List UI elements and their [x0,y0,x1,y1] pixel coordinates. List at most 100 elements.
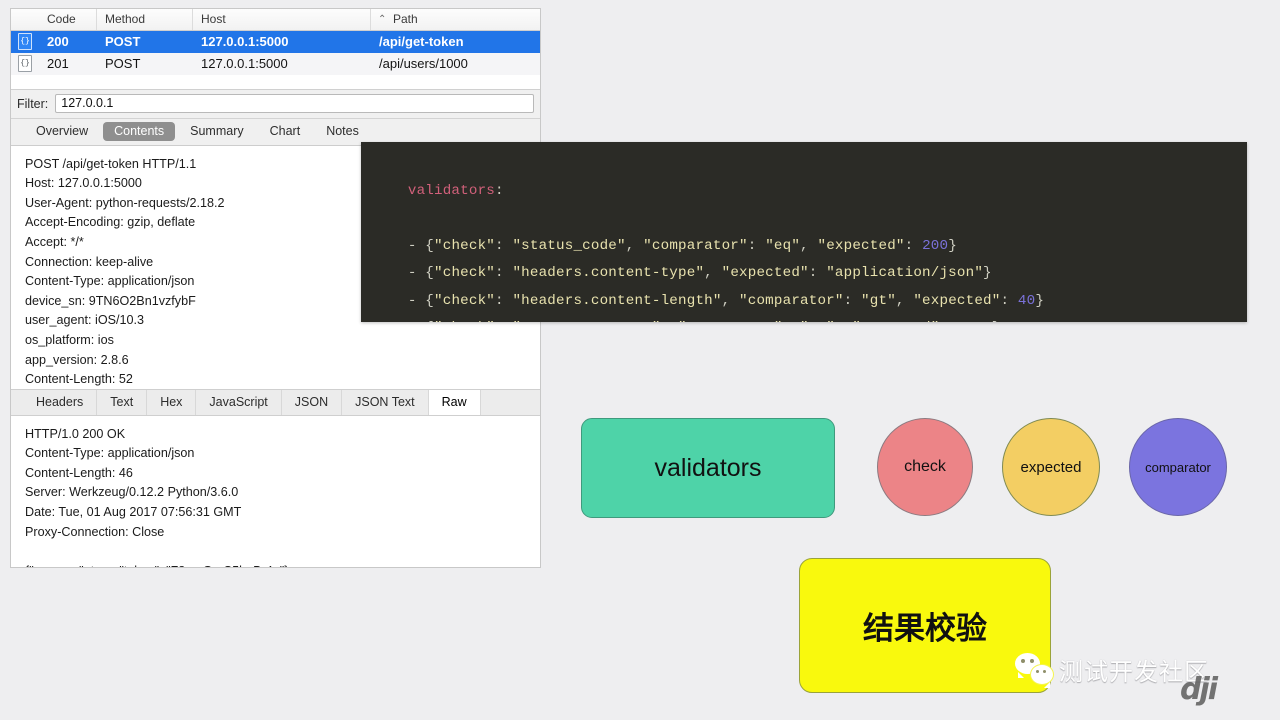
tab-summary[interactable]: Summary [179,122,254,141]
brace-open: { [425,292,435,309]
tab-chart[interactable]: Chart [259,122,312,141]
json-document-icon: {} [18,55,32,73]
code-line-entry: - {"check": "headers.content-length", "c… [373,288,1247,316]
filter-input[interactable] [55,94,534,114]
brace-open: { [425,237,435,254]
colon: : [783,320,800,322]
tab-javascript[interactable]: JavaScript [196,389,282,415]
response-body: {"success": true, "token": "F8prvGryC5be… [25,562,540,567]
tab-hex[interactable]: Hex [147,389,197,415]
value-check: "content.success" [512,320,660,322]
brace-close: } [948,237,957,254]
value-expected: 40 [1017,292,1036,309]
value-expected: "application/json" [826,265,984,281]
row-method: POST [105,34,141,50]
wechat-bubble-small [1030,664,1054,688]
row-host: 127.0.0.1:5000 [201,56,288,72]
json-document-icon: {} [18,33,32,51]
wechat-icon [1015,653,1055,688]
row-host: 127.0.0.1:5000 [201,34,289,50]
yaml-colon: : [495,182,504,199]
row-code: 200 [47,34,69,50]
column-header-path[interactable]: ⌃ Path [371,9,540,30]
column-header-icon[interactable] [11,9,39,30]
tab-text[interactable]: Text [97,389,148,415]
tab-raw[interactable]: Raw [428,389,481,415]
session-list-empty-area [11,74,540,90]
diagram-node-expected: expected [1002,418,1100,516]
sort-ascending-icon: ⌃ [378,14,387,25]
row-method: POST [105,56,141,72]
filter-label: Filter: [17,96,49,111]
colon: : [747,237,766,254]
tab-json-text[interactable]: JSON Text [342,389,429,415]
code-line-entry: - {"check": "status_code", "comparator":… [373,233,1247,261]
wechat-eye [1030,659,1034,663]
tab-notes[interactable]: Notes [315,122,370,141]
yaml-dash: - [407,237,417,254]
colon: : [904,237,923,254]
response-line: Content-Length: 46 [25,465,133,480]
value-comparator: "gt" [861,292,896,309]
colon: : [495,237,513,254]
key-expected: "expected" [817,237,905,254]
key-check: "check" [434,320,495,322]
comma: , [625,237,644,254]
value-check: "status_code" [512,237,626,254]
wechat-eye [1036,670,1039,673]
row-path: /api/get-token [379,34,464,50]
response-line: Date: Tue, 01 Aug 2017 07:56:31 GMT [25,504,242,519]
table-row[interactable]: {} 200 POST 127.0.0.1:5000 /api/get-toke… [11,31,540,53]
colon: : [843,292,862,309]
code-line-entry: - {"check": "content.success", "comparat… [373,315,1247,322]
row-icon: {} [11,33,39,51]
value-expected: True [957,320,992,322]
validators-code-block: validators: - {"check": "status_code", "… [361,142,1247,322]
key-check: "check" [434,265,496,281]
tab-contents[interactable]: Contents [103,122,176,142]
tab-overview[interactable]: Overview [25,122,99,141]
diagram-node-result: 结果校验 [799,558,1051,693]
tab-json[interactable]: JSON [282,389,343,415]
brace-close: } [992,320,1001,322]
column-header-code[interactable]: Code [39,9,97,30]
column-header-host[interactable]: Host [193,9,371,30]
diagram-node-comparator: comparator [1129,418,1227,516]
colon: : [495,320,512,322]
comma: , [800,237,818,254]
comma: , [704,265,722,281]
comma: , [895,292,914,309]
request-line: os_platform: ios [25,332,114,347]
key-expected: "expected" [721,265,809,281]
key-check: "check" [434,292,496,309]
key-expected: "expected" [852,320,939,322]
diagram-node-validators: validators [581,418,835,518]
yaml-dash: - [407,265,417,281]
value-check: "headers.content-type" [512,265,705,281]
comma: , [835,320,852,322]
row-path: /api/users/1000 [379,56,468,72]
brace-close: } [1035,292,1045,309]
table-row[interactable]: {} 201 POST 127.0.0.1:5000 /api/users/10… [11,52,540,75]
tab-headers[interactable]: Headers [23,389,98,415]
yaml-key-validators: validators [407,182,495,199]
key-check: "check" [434,237,496,254]
colon: : [808,265,827,281]
colon: : [1000,292,1018,309]
key-expected: "expected" [913,292,1001,309]
dji-logo: dji [1180,672,1218,707]
brace-close: } [983,265,992,281]
value-comparator: "eq" [765,237,801,254]
yaml-dash: - [408,320,417,322]
wechat-eye [1021,659,1025,663]
value-comparator: "eq" [800,320,835,322]
response-line: Proxy-Connection: Close [25,524,165,539]
column-header-method[interactable]: Method [97,9,193,30]
colon: : [495,292,513,309]
row-code: 201 [47,56,69,72]
key-comparator: "comparator" [739,292,844,309]
key-comparator: "comparator" [678,320,783,322]
value-check: "headers.content-length" [512,292,722,309]
response-view-tabbar: Headers Text Hex JavaScript JSON JSON Te… [11,388,540,416]
response-pane[interactable]: HTTP/1.0 200 OK Content-Type: applicatio… [11,415,540,567]
